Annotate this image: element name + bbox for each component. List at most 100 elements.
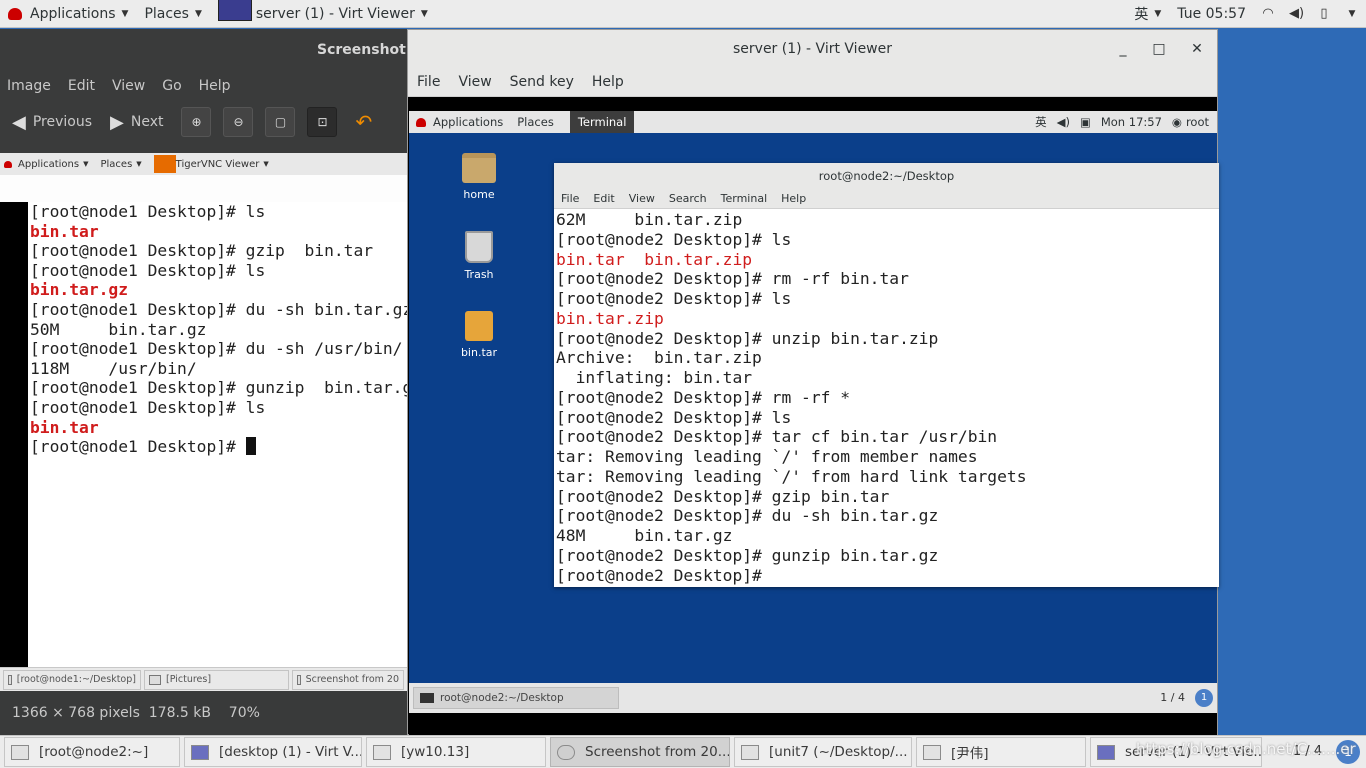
menu-terminal[interactable]: Terminal (721, 192, 768, 205)
guest-applications-menu[interactable]: Applications (416, 115, 503, 129)
guest-input-method[interactable]: 英 (1035, 114, 1047, 130)
guest-workspace-pager[interactable]: 1 / 4 (1160, 691, 1185, 704)
active-window-menu[interactable]: server (1) - Virt Viewer ▼ (210, 0, 436, 28)
inner-task-terminal: [root@node1:~/Desktop] (3, 669, 141, 690)
task-desktop-virt-viewer[interactable]: [desktop (1) - Virt V... (184, 737, 362, 767)
viewer-toolbar: ◀ Previous ▶ Next ⊕ ⊖ ▢ ⊡ ↶ (0, 101, 410, 143)
redhat-logo-icon (416, 117, 426, 127)
terminal-line: tar: Removing leading `/' from member na… (556, 447, 978, 466)
virt-viewer-menubar: File View Send key Help (408, 68, 1217, 97)
menu-file[interactable]: File (561, 192, 579, 205)
menu-help[interactable]: Help (592, 74, 624, 90)
folder-icon (149, 674, 161, 685)
chevron-down-icon[interactable]: ▼ (1345, 7, 1359, 21)
battery-icon[interactable]: ▯ (1317, 7, 1331, 21)
virt-viewer-icon (217, 0, 252, 21)
applications-label: Applications (30, 5, 116, 22)
terminal-line: [root@node1 Desktop]# (30, 437, 410, 457)
terminal-line: [root@node2 Desktop]# ls (556, 407, 792, 427)
menu-search[interactable]: Search (669, 192, 707, 205)
guest-task-terminal[interactable]: root@node2:~/Desktop (413, 687, 619, 709)
terminal-line: [root@node1 Desktop]# du -sh bin.tar.gz (30, 299, 410, 319)
menu-help[interactable]: Help (781, 192, 806, 205)
task-yw10-13[interactable]: [yw10.13] (366, 737, 546, 767)
terminal-line: [root@node2 Desktop]# (556, 565, 772, 585)
menu-view[interactable]: View (629, 192, 655, 205)
inner-taskbar: [root@node1:~/Desktop] [Pictures] Screen… (0, 667, 410, 691)
terminal-icon (11, 744, 29, 760)
network-icon[interactable]: ▣ (1080, 115, 1091, 129)
wifi-icon[interactable]: ◠ (1261, 7, 1275, 21)
normal-size-icon: ▢ (274, 115, 287, 129)
volume-icon[interactable]: ◀) (1289, 7, 1304, 21)
best-fit-button[interactable]: ⊡ (307, 107, 338, 137)
menu-help[interactable]: Help (199, 78, 231, 94)
menu-send-key[interactable]: Send key (510, 74, 574, 90)
terminal-line: [root@node1 Desktop]# du -sh /usr/bin/ (30, 339, 403, 359)
menu-view[interactable]: View (112, 78, 145, 94)
places-label: Places (144, 5, 189, 22)
guest-user-menu[interactable]: root (1186, 115, 1209, 129)
info-icon[interactable]: 1 (1195, 689, 1213, 707)
task-root-node2[interactable]: [root@node2:~] (4, 737, 180, 767)
task-unit7[interactable]: [unit7 (~/Desktop/... (734, 737, 912, 767)
zoom-out-button[interactable]: ⊖ (223, 107, 254, 137)
inner-places-label: Places (100, 158, 133, 170)
active-window-label: server (1) - Virt Viewer (255, 5, 415, 22)
terminal-line: bin.tar bin.tar.zip (556, 249, 753, 269)
user-icon: ◉ (1171, 115, 1182, 129)
terminal-line: [root@node2 Desktop]# unzip bin.tar.zip (556, 328, 939, 348)
terminal-line: inflating: bin.tar (556, 368, 753, 387)
guest-terminal-tab[interactable]: Terminal (569, 111, 635, 133)
menu-file[interactable]: File (417, 74, 440, 90)
desktop-icon-home[interactable]: home (449, 153, 509, 201)
menu-go[interactable]: Go (162, 78, 181, 94)
menu-edit[interactable]: Edit (68, 78, 95, 94)
host-top-bar: Applications ▼ Places ▼ server (1) - Vir… (0, 0, 1366, 28)
maximize-button[interactable]: □ (1149, 39, 1169, 59)
minimize-button[interactable]: _ (1113, 39, 1133, 59)
zoom-in-button[interactable]: ⊕ (181, 107, 212, 137)
close-button[interactable]: ✕ (1187, 39, 1207, 59)
volume-icon[interactable]: ◀) (1057, 115, 1070, 129)
previous-button[interactable]: ◀ Previous (12, 112, 92, 133)
home-folder-icon (462, 153, 496, 183)
normal-size-button[interactable]: ▢ (265, 107, 296, 137)
guest-display[interactable]: Applications Places Terminal 英 ◀) ▣ Mon … (409, 97, 1219, 735)
desktop-icon-bin-tar[interactable]: bin.tar (449, 311, 509, 359)
desktop-icon-trash[interactable]: Trash (449, 231, 509, 281)
guest-places-label: Places (517, 115, 554, 129)
virt-viewer-titlebar: server (1) - Virt Viewer _ □ ✕ (408, 30, 1217, 68)
menu-image[interactable]: Image (7, 78, 51, 94)
guest-terminal-output[interactable]: 62M bin.tar.zip [root@node2 Desktop]# ls b… (556, 210, 1027, 585)
inner-terminal-margin (0, 202, 28, 667)
guest-places-menu[interactable]: Places (517, 115, 554, 129)
guest-terminal-tab-label: Terminal (577, 115, 627, 129)
redhat-logo-icon (4, 160, 12, 168)
rotate-icon[interactable]: ↶ (355, 110, 372, 134)
guest-terminal-title: root@node2:~/Desktop (554, 163, 1219, 189)
guest-clock[interactable]: Mon 17:57 (1101, 115, 1162, 129)
terminal-line: 48M bin.tar.gz (556, 526, 733, 545)
redhat-logo-icon (8, 7, 22, 20)
terminal-line: [root@node1 Desktop]# gzip bin.tar (30, 241, 374, 261)
input-method-menu[interactable]: 英 ▼ (1126, 0, 1169, 28)
terminal-line: 118M /usr/bin/ (30, 358, 197, 378)
next-button[interactable]: ▶ Next (110, 112, 163, 133)
applications-menu[interactable]: Applications ▼ (0, 0, 136, 28)
task-yinwei[interactable]: [尹伟] (916, 737, 1086, 767)
inner-task-pictures: [Pictures] (144, 669, 289, 690)
chevron-down-icon: ▼ (263, 160, 269, 168)
terminal-line: [root@node2 Desktop]# ls (556, 229, 792, 249)
inner-task-label: [Pictures] (166, 674, 212, 685)
task-screenshot[interactable]: Screenshot from 20... (550, 737, 730, 767)
terminal-line: [root@node2 Desktop]# du -sh bin.tar.gz (556, 506, 939, 526)
clock[interactable]: Tue 05:57 (1169, 0, 1254, 28)
places-menu[interactable]: Places ▼ (136, 0, 209, 28)
menu-edit[interactable]: Edit (593, 192, 614, 205)
terminal-line: [root@node2 Desktop]# rm -rf bin.tar (556, 269, 909, 289)
viewer-status-bar: 1366 × 768 pixels 178.5 kB 70% (0, 691, 410, 735)
chevron-down-icon: ▼ (136, 160, 142, 168)
menu-view[interactable]: View (458, 74, 491, 90)
system-tray: 英 ▼ Tue 05:57 ◠ ◀) ▯ ▼ (1126, 0, 1366, 28)
